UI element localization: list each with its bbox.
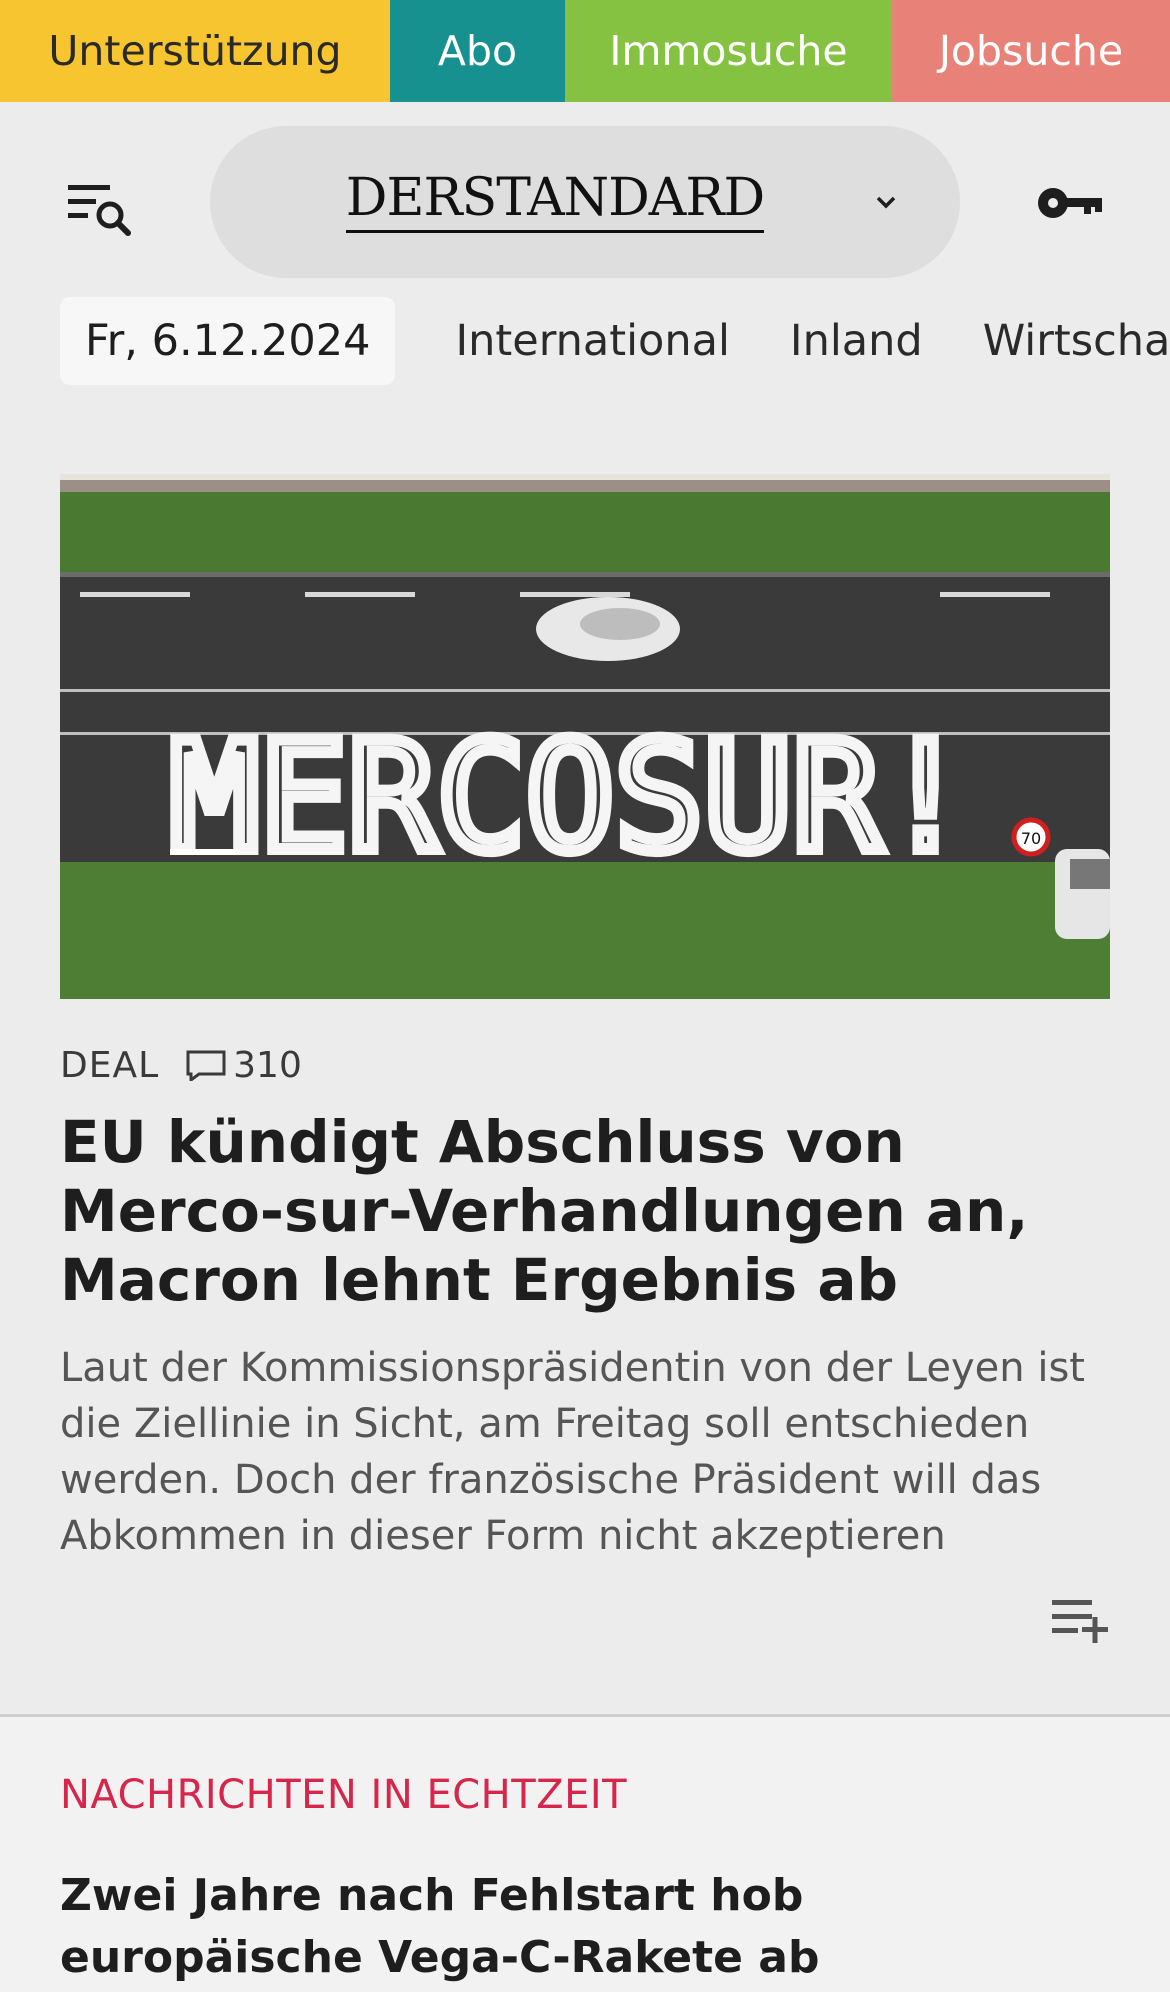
article-image[interactable]: MERCOSUR! 70 [60,474,1110,999]
jobsuche-link[interactable]: Jobsuche [892,0,1170,102]
playlist-add-icon [1052,1600,1108,1643]
abo-link[interactable]: Abo [390,0,565,102]
edition-switcher[interactable]: DERSTANDARD [210,126,960,278]
support-link[interactable]: Unterstützung [0,0,390,102]
section-nav: Fr, 6.12.2024 International Inland Wirts… [0,297,1170,427]
add-to-playlist-button[interactable] [1048,1594,1114,1644]
nav-item-international[interactable]: International [455,297,729,385]
menu-search-icon [68,185,131,236]
menu-search-button[interactable] [68,177,138,237]
chevron-down-icon [876,196,896,209]
site-header: DERSTANDARD [0,102,1170,297]
speed-sign-text: 70 [1021,829,1041,848]
nav-item-wirtschaft[interactable]: Wirtschaft [983,297,1170,385]
image-caption-text: MERCOSUR! [170,711,970,885]
key-icon [1038,188,1102,218]
site-logo[interactable]: DERSTANDARD [345,172,765,233]
article-kicker: DEAL [60,1044,160,1086]
article-meta: DEAL 310 [60,1040,302,1090]
nav-item-inland[interactable]: Inland [790,297,923,385]
service-bar: Unterstützung Abo Immosuche Jobsuche [0,0,1170,102]
article-headline[interactable]: EU kündigt Abschluss von Merco-sur-Verha… [60,1108,1120,1315]
comment-count: 310 [233,1044,302,1086]
article-teaser[interactable]: Laut der Kommissionspräsidentin von der … [60,1340,1130,1564]
immosuche-link[interactable]: Immosuche [565,0,892,102]
comment-count-link[interactable]: 310 [185,1045,302,1086]
live-news-section: NACHRICHTEN IN ECHTZEIT Zwei Jahre nach … [0,1717,1170,1992]
live-news-title[interactable]: NACHRICHTEN IN ECHTZEIT [60,1772,627,1818]
live-news-headline[interactable]: Zwei Jahre nach Fehlstart hob europäisch… [60,1865,1120,1989]
comment-icon [186,1050,226,1081]
date-chip[interactable]: Fr, 6.12.2024 [60,297,396,385]
login-button[interactable] [1036,180,1106,226]
